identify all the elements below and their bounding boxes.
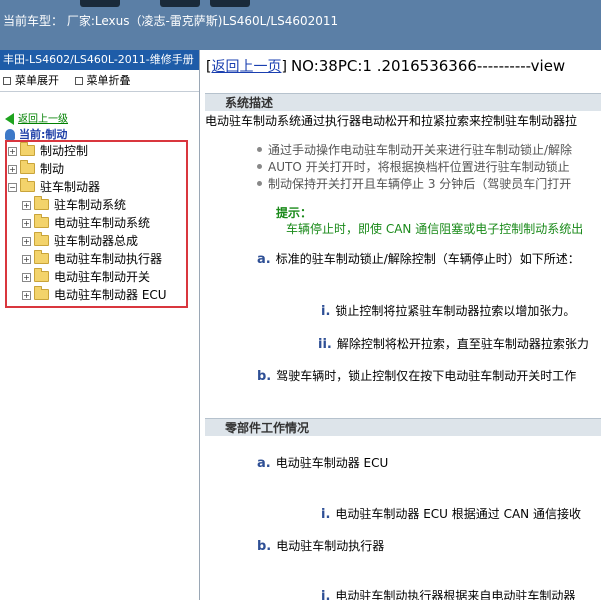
- item-marker: i.: [321, 507, 331, 522]
- item-marker: b.: [257, 539, 272, 554]
- item-marker: a.: [257, 252, 271, 267]
- item-text: 解除控制将松开拉索，直至驻车制动器拉索张力: [336, 337, 589, 351]
- folder-icon: [20, 160, 35, 174]
- item-a1: a. 标准的驻车制动锁止/解除控制（车辆停止时）如下所述：: [257, 250, 580, 267]
- bullet-text: AUTO 开关打开时，将根据换档杆位置进行驻车制动锁止: [268, 160, 570, 174]
- item-text: 驾驶车辆时，锁止控制仅在按下电动驻车制动开关时工作: [276, 369, 577, 383]
- expand-plus-icon[interactable]: +: [22, 237, 31, 246]
- back-page-link[interactable]: 返回上一页: [211, 59, 281, 75]
- item-text: 电动驻车制动器 ECU 根据通过 CAN 通信接收: [335, 507, 581, 521]
- collapse-minus-icon[interactable]: −: [8, 183, 17, 192]
- section-header-system-description: 系统描述: [205, 93, 601, 111]
- current-vehicle-text: 当前车型： 厂家:Lexus（凌志-雷克萨斯)LS460L/LS4602011: [3, 14, 339, 28]
- manual-title: 丰田-LS4602/LS460L-2011-维修手册: [0, 50, 199, 70]
- folder-icon: [34, 286, 49, 300]
- item-text: 电动驻车制动执行器根据来自电动驻车制动器: [335, 589, 576, 600]
- menu-toolbar: 菜单展开 菜单折叠: [0, 70, 199, 92]
- top-tab-strip: [0, 0, 601, 8]
- top-tab-2[interactable]: [160, 0, 200, 7]
- bullet-item: 通过手动操作电动驻车制动开关来进行驻车制动锁止/解除: [257, 141, 572, 158]
- tree-item-label: 电动驻车制动开关: [54, 270, 151, 284]
- item-text: 电动驻车制动器 ECU: [275, 456, 389, 470]
- tip-label: 提示：: [276, 206, 313, 220]
- item-i1: i. 锁止控制将拉紧驻车制动器拉索以增加张力。: [321, 302, 575, 319]
- expand-plus-icon[interactable]: +: [8, 165, 17, 174]
- expand-plus-icon[interactable]: +: [22, 291, 31, 300]
- intro-paragraph: 电动驻车制动系统通过执行器电动松开和拉紧拉索来控制驻车制动器拉: [205, 114, 578, 128]
- tree-item-electric-parking-brake-ecu[interactable]: + 电动驻车制动器 ECU: [22, 286, 167, 304]
- tree-item-brake-control[interactable]: + 制动控制: [8, 142, 88, 160]
- back-arrow-icon: [5, 113, 14, 125]
- tree-item-label: 电动驻车制动器 ECU: [54, 288, 167, 302]
- bullet-icon: [257, 181, 262, 186]
- document-number: NO:38PC:1 .2016536366----------view: [290, 57, 566, 75]
- item-marker: ii.: [318, 337, 332, 352]
- top-tab-3[interactable]: [210, 0, 250, 7]
- tree-item-brake[interactable]: + 制动: [8, 160, 64, 178]
- menu-collapse-button[interactable]: 菜单折叠: [74, 70, 131, 92]
- left-navigation-panel: 丰田-LS4602/LS460L-2011-维修手册 菜单展开 菜单折叠 返回上…: [0, 50, 200, 600]
- section-header-component-operation: 零部件工作情况: [205, 418, 601, 436]
- item-b1: b. 驾驶车辆时，锁止控制仅在按下电动驻车制动开关时工作: [257, 367, 576, 384]
- item-marker: b.: [257, 369, 272, 384]
- folder-open-icon: [20, 178, 35, 192]
- expand-plus-icon[interactable]: +: [22, 255, 31, 264]
- tree-item-parking-brake-system[interactable]: + 驻车制动系统: [22, 196, 126, 214]
- document-content-panel: [返回上一页] NO:38PC:1 .2016536366----------vi…: [201, 50, 601, 600]
- document-header: [返回上一页] NO:38PC:1 .2016536366----------vi…: [206, 56, 565, 76]
- computer-icon: [5, 129, 15, 140]
- tree-item-parking-brake[interactable]: − 驻车制动器: [8, 178, 100, 196]
- top-tab-1[interactable]: [80, 0, 120, 7]
- folder-icon: [34, 196, 49, 210]
- item-i2: i. 电动驻车制动器 ECU 根据通过 CAN 通信接收: [321, 505, 581, 522]
- expand-plus-icon[interactable]: +: [8, 147, 17, 156]
- item-i3: i. 电动驻车制动执行器根据来自电动驻车制动器: [321, 587, 575, 600]
- tree-item-label: 电动驻车制动执行器: [54, 252, 163, 266]
- bullet-text: 制动保持开关打开且车辆停止 3 分钟后（驾驶员车门打开: [268, 177, 572, 191]
- folder-icon: [34, 268, 49, 282]
- tip-text: 车辆停止时，即使 CAN 通信阻塞或电子控制制动系统出: [286, 222, 584, 236]
- item-marker: i.: [321, 589, 331, 600]
- tree-item-label: 驻车制动系统: [54, 198, 127, 212]
- tree-item-label: 电动驻车制动系统: [54, 216, 151, 230]
- item-text: 标准的驻车制动锁止/解除控制（车辆停止时）如下所述：: [275, 252, 580, 266]
- bullet-item: 制动保持开关打开且车辆停止 3 分钟后（驾驶员车门打开: [257, 175, 571, 192]
- menu-expand-button[interactable]: 菜单展开: [3, 70, 59, 92]
- item-b2: b. 电动驻车制动执行器: [257, 537, 384, 554]
- bullet-icon: [257, 164, 262, 169]
- bullet-item: AUTO 开关打开时，将根据换档杆位置进行驻车制动锁止: [257, 158, 570, 175]
- item-text: 电动驻车制动执行器: [276, 539, 385, 553]
- expand-plus-icon[interactable]: +: [22, 219, 31, 228]
- item-ii1: ii. 解除控制将松开拉索，直至驻车制动器拉索张力: [318, 335, 589, 352]
- bullet-icon: [257, 147, 262, 152]
- item-marker: a.: [257, 456, 271, 471]
- menu-expand-label: 菜单展开: [15, 74, 59, 87]
- back-one-level-label: 返回上一级: [18, 114, 68, 125]
- tree-item-label: 驻车制动器总成: [54, 234, 139, 248]
- item-marker: i.: [321, 304, 331, 319]
- folder-icon: [34, 214, 49, 228]
- item-a2: a. 电动驻车制动器 ECU: [257, 454, 388, 471]
- tree-item-electric-parking-brake-switch[interactable]: + 电动驻车制动开关: [22, 268, 150, 286]
- folder-icon: [34, 250, 49, 264]
- bullet-text: 通过手动操作电动驻车制动开关来进行驻车制动锁止/解除: [268, 143, 573, 157]
- folder-icon: [34, 232, 49, 246]
- bracket-close: ]: [281, 59, 287, 75]
- square-icon: [74, 77, 83, 85]
- navigation-tree: + 制动控制 + 制动 − 驻车制动器 + 驻车制动系统 + 电动驻车制动系统 + 驻车制动…: [5, 140, 188, 308]
- item-text: 锁止控制将拉紧驻车制动器拉索以增加张力。: [335, 304, 576, 318]
- top-header: 当前车型： 厂家:Lexus（凌志-雷克萨斯)LS460L/LS4602011: [0, 0, 601, 50]
- expand-plus-icon[interactable]: +: [22, 273, 31, 282]
- tree-item-label: 驻车制动器: [40, 180, 101, 194]
- tree-item-electric-parking-brake-actuator[interactable]: + 电动驻车制动执行器: [22, 250, 162, 268]
- tree-item-label: 制动控制: [40, 144, 89, 158]
- tree-item-label: 制动: [40, 162, 65, 176]
- square-icon: [3, 77, 11, 85]
- expand-plus-icon[interactable]: +: [22, 201, 31, 210]
- back-one-level-link[interactable]: 返回上一级: [5, 110, 68, 125]
- tree-item-electric-parking-brake-system[interactable]: + 电动驻车制动系统: [22, 214, 150, 232]
- menu-collapse-label: 菜单折叠: [86, 74, 131, 87]
- tree-item-parking-brake-assembly[interactable]: + 驻车制动器总成: [22, 232, 138, 250]
- folder-icon: [20, 142, 35, 156]
